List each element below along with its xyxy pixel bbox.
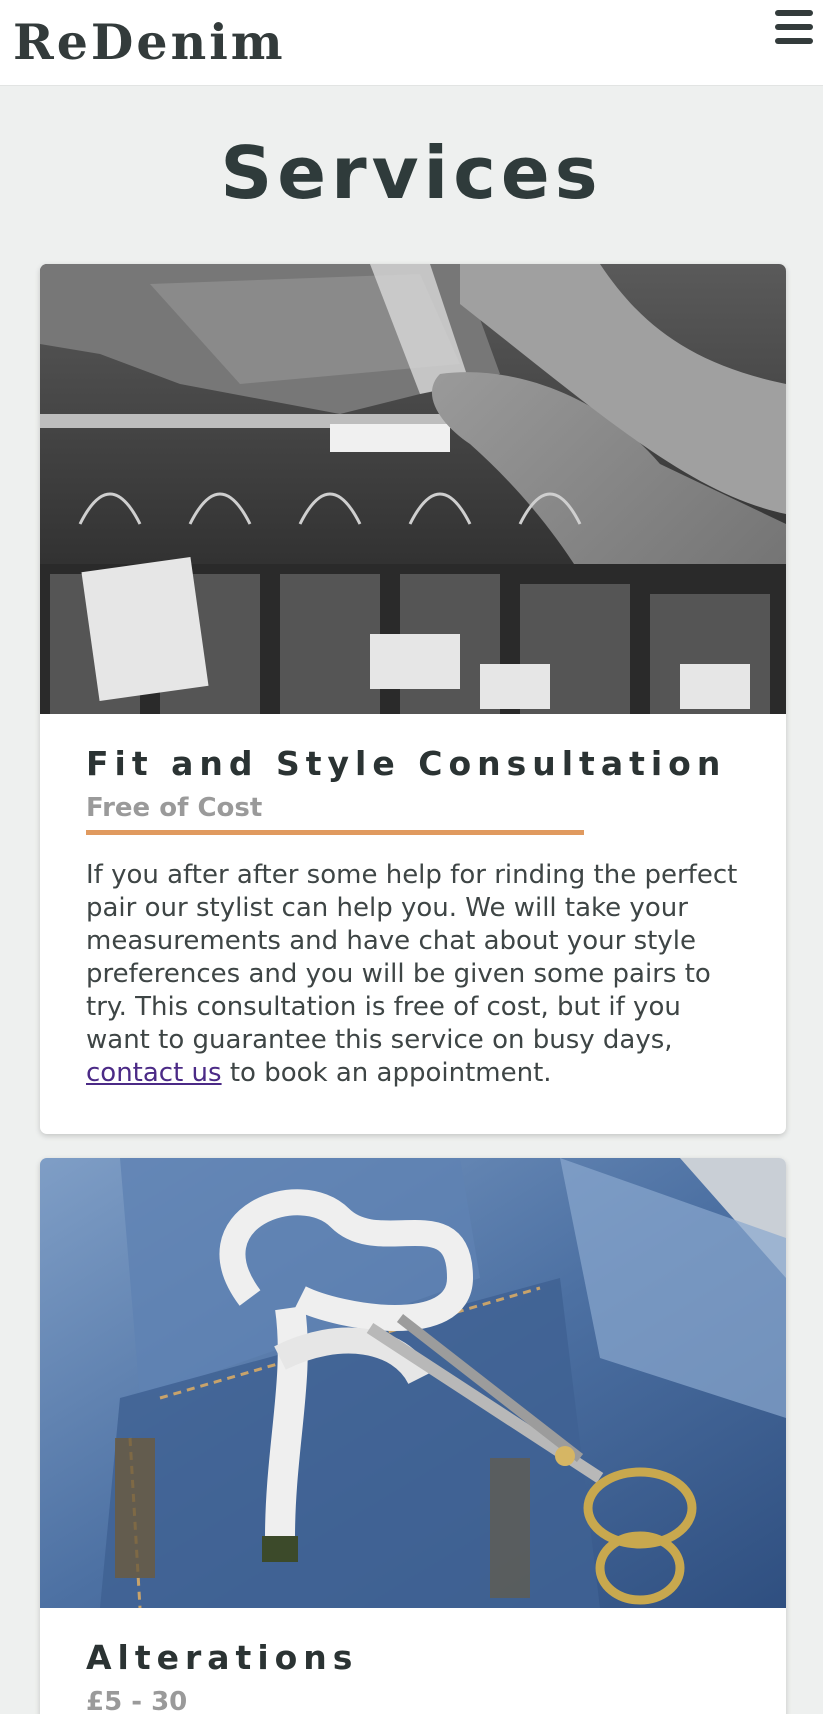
service-card-consultation: Fit and Style Consultation Free of Cost … [40, 264, 786, 1134]
service-description: If you after after some help for rinding… [86, 859, 746, 1090]
contact-us-link[interactable]: contact us [86, 1058, 222, 1088]
page-title: Services [220, 131, 603, 215]
accent-divider [86, 830, 584, 835]
service-image-jeans-shelf [40, 264, 786, 714]
service-title: Alterations [86, 1638, 359, 1677]
top-navbar: ReDenim [0, 0, 823, 86]
brand-logo[interactable]: ReDenim [13, 10, 286, 74]
hamburger-menu-icon[interactable] [773, 8, 817, 48]
description-text-end: to book an appointment. [221, 1058, 552, 1088]
service-image-jeans-scissors [40, 1158, 786, 1608]
service-card-alterations: Alterations £5 - 30 [40, 1158, 786, 1714]
service-title: Fit and Style Consultation [86, 744, 727, 783]
service-price: £5 - 30 [86, 1687, 188, 1714]
description-text: If you after after some help for rinding… [86, 860, 738, 1055]
service-price: Free of Cost [86, 793, 263, 823]
